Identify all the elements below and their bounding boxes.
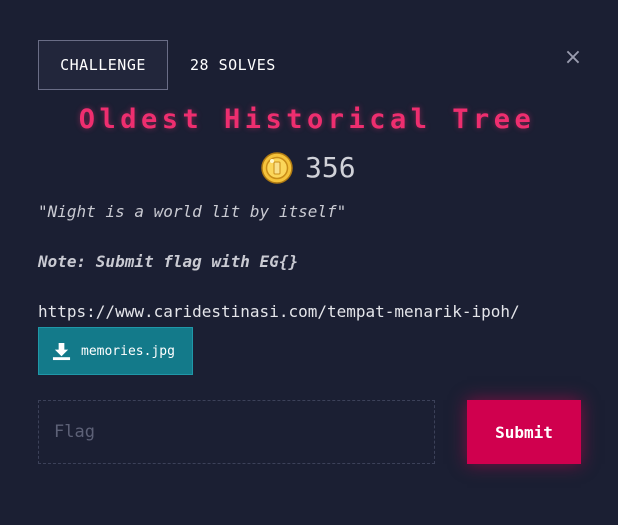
coin-icon <box>261 151 293 184</box>
tab-solves[interactable]: 28 SOLVES <box>190 56 276 74</box>
close-icon[interactable]: × <box>563 45 583 70</box>
flag-input[interactable] <box>38 400 435 464</box>
challenge-title: Oldest Historical Tree <box>78 104 536 135</box>
challenge-url[interactable]: https://www.caridestinasi.com/tempat-men… <box>38 302 520 321</box>
points-display: 356 <box>261 151 356 184</box>
download-icon <box>52 342 71 360</box>
submit-button[interactable]: Submit <box>467 400 581 464</box>
challenge-quote: "Night is a world lit by itself" <box>38 202 347 221</box>
tab-challenge[interactable]: CHALLENGE <box>38 40 168 90</box>
download-file-button[interactable]: memories.jpg <box>38 327 193 375</box>
file-name: memories.jpg <box>81 343 175 359</box>
points-value: 356 <box>305 151 356 184</box>
challenge-note: Note: Submit flag with EG{} <box>38 252 299 271</box>
tab-bar: CHALLENGE 28 SOLVES <box>38 40 276 90</box>
